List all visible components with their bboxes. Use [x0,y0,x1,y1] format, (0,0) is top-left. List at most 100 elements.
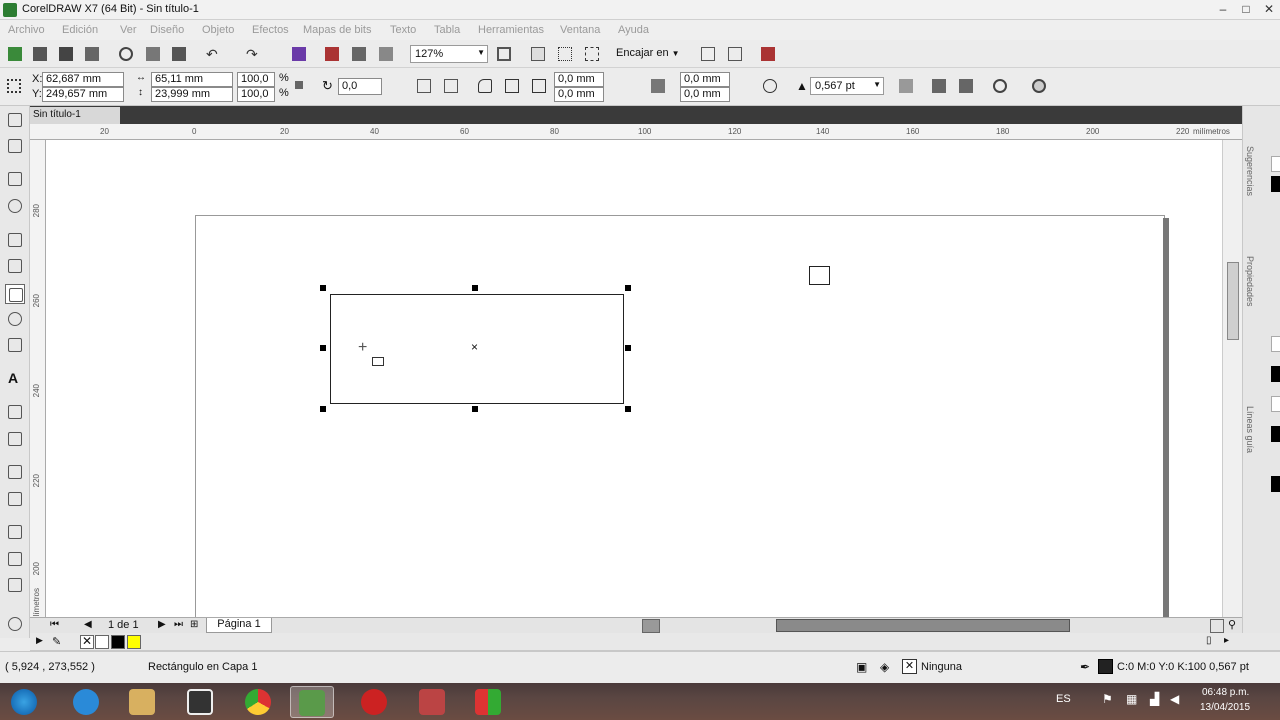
new-document-button[interactable] [5,44,25,64]
options-button[interactable] [698,44,718,64]
parallel-dimension-tool[interactable] [5,402,25,422]
color-swatch-white[interactable] [95,635,109,649]
convert-to-curves-button[interactable] [990,76,1010,96]
app-icon-red[interactable] [410,686,454,718]
menu-efectos[interactable]: Efectos [252,24,289,36]
pick-tool[interactable] [5,110,25,130]
corner-radius-bottom-right[interactable]: 0,0 mm [680,87,730,102]
interactive-fill-tool[interactable] [5,549,25,569]
start-button[interactable] [4,686,44,718]
previous-page-button[interactable]: ◀ [84,619,92,630]
scale-width-field[interactable]: 100,0 [237,72,275,87]
transparency-tool[interactable] [5,489,25,509]
last-page-button[interactable]: ⏭ [174,619,183,630]
fill-none-swatch[interactable]: ✕ [902,659,917,674]
menu-ver[interactable]: Ver [120,24,137,36]
show-guidelines-button[interactable] [582,44,602,64]
paste-button[interactable] [169,44,189,64]
fill-settings-icon[interactable]: ▣ [856,660,867,674]
selection-handle[interactable] [320,406,326,412]
palette-arrow-icon[interactable]: ▶ [36,635,43,646]
color-eyedropper-tool[interactable] [5,522,25,542]
lock-corners-icon[interactable] [648,76,668,96]
clock-date[interactable]: 13/04/2015 [1200,702,1250,713]
media-player-icon[interactable] [178,686,222,718]
to-back-button[interactable] [956,76,976,96]
show-rulers-button[interactable] [528,44,548,64]
palette-options-button[interactable]: ▸ [1224,635,1229,646]
rotation-angle-field[interactable]: 0,0 [338,78,382,95]
menu-archivo[interactable]: Archivo [8,24,45,36]
selection-handle[interactable] [625,285,631,291]
palette-swatch[interactable] [1271,156,1280,172]
cut-button[interactable] [116,44,136,64]
corner-radius-top-right[interactable]: 0,0 mm [680,72,730,87]
outline-color-swatch[interactable] [1098,659,1113,674]
menu-tabla[interactable]: Tabla [434,24,460,36]
zoom-tool[interactable] [5,196,25,216]
welcome-screen-button[interactable] [758,44,778,64]
next-page-button[interactable]: ▶ [158,619,166,630]
snap-to-dropdown[interactable]: Encajar en ▼ [616,47,680,59]
wrap-text-button[interactable] [896,76,916,96]
menu-objeto[interactable]: Objeto [202,24,234,36]
ellipse-tool[interactable] [5,309,25,329]
selection-handle[interactable] [472,285,478,291]
scale-height-field[interactable]: 100,0 [237,87,275,102]
menu-mapas-de-bits[interactable]: Mapas de bits [303,24,371,36]
minimize-button[interactable]: – [1213,1,1233,18]
mirror-vertical-button[interactable] [441,76,461,96]
text-tool[interactable]: A [5,369,25,389]
lock-ratio-icon[interactable] [292,78,306,98]
file-explorer-icon[interactable] [120,686,164,718]
drawing-page[interactable] [195,215,1165,625]
navigator-button[interactable] [1210,619,1224,633]
corner-radius-top-left[interactable]: 0,0 mm [554,72,604,87]
palette-swatch[interactable] [1271,426,1280,442]
connector-tool[interactable] [5,429,25,449]
search-content-button[interactable] [289,44,309,64]
language-indicator[interactable]: ES [1056,693,1071,705]
eyedropper-icon[interactable]: ✎ [52,635,61,648]
scalloped-corner-button[interactable] [502,76,522,96]
menu-ventana[interactable]: Ventana [560,24,600,36]
artistic-media-tool[interactable] [5,256,25,276]
no-color-swatch[interactable]: ✕ [80,635,94,649]
document-tab[interactable]: Sin título-1 [30,107,120,124]
palette-swatch[interactable] [1271,476,1280,492]
scroll-left-button[interactable] [642,619,660,633]
palette-swatch[interactable] [1271,366,1280,382]
signal-icon[interactable]: ▟ [1150,692,1159,706]
coreldraw-taskbar-icon[interactable] [290,686,334,718]
relative-corner-scaling-button[interactable] [760,76,780,96]
docker-tab-propiedades[interactable]: Propiedades [1245,256,1255,307]
palette-menu-button[interactable]: ▯ [1206,635,1212,646]
undo-button[interactable]: ↶ [203,44,223,64]
toolbox-options-icon[interactable] [5,614,25,634]
docker-tab-lineas-guia[interactable]: Líneas guía [1245,406,1255,453]
chamfered-corner-button[interactable] [529,76,549,96]
menu-diseno[interactable]: Diseño [150,24,184,36]
shape-tool[interactable] [5,136,25,156]
drawing-window[interactable]: × + [46,140,1242,625]
object-width-field[interactable]: 65,11 mm [151,72,233,87]
vertical-scroll-thumb[interactable] [1227,262,1239,340]
publish-pdf-button[interactable] [376,44,396,64]
mirror-horizontal-button[interactable] [414,76,434,96]
show-grid-button[interactable] [555,44,575,64]
import-button[interactable] [322,44,342,64]
action-center-icon[interactable]: ⚑ [1102,692,1113,706]
smart-fill-tool[interactable] [5,575,25,595]
application-launcher-button[interactable] [725,44,745,64]
outline-pen-button[interactable] [1029,76,1049,96]
selection-handle[interactable] [625,345,631,351]
docker-tab-sugerencias[interactable]: Sugerencias [1245,146,1255,196]
chrome-icon[interactable] [236,686,280,718]
save-button[interactable] [56,44,76,64]
close-button[interactable]: ✕ [1259,1,1279,18]
outline-width-select[interactable]: 0,567 pt ▼ [810,77,884,95]
vertical-ruler[interactable]: 280 260 240 220 200 milímetros [30,140,46,625]
freehand-tool[interactable] [5,230,25,250]
menu-ayuda[interactable]: Ayuda [618,24,649,36]
print-button[interactable] [82,44,102,64]
